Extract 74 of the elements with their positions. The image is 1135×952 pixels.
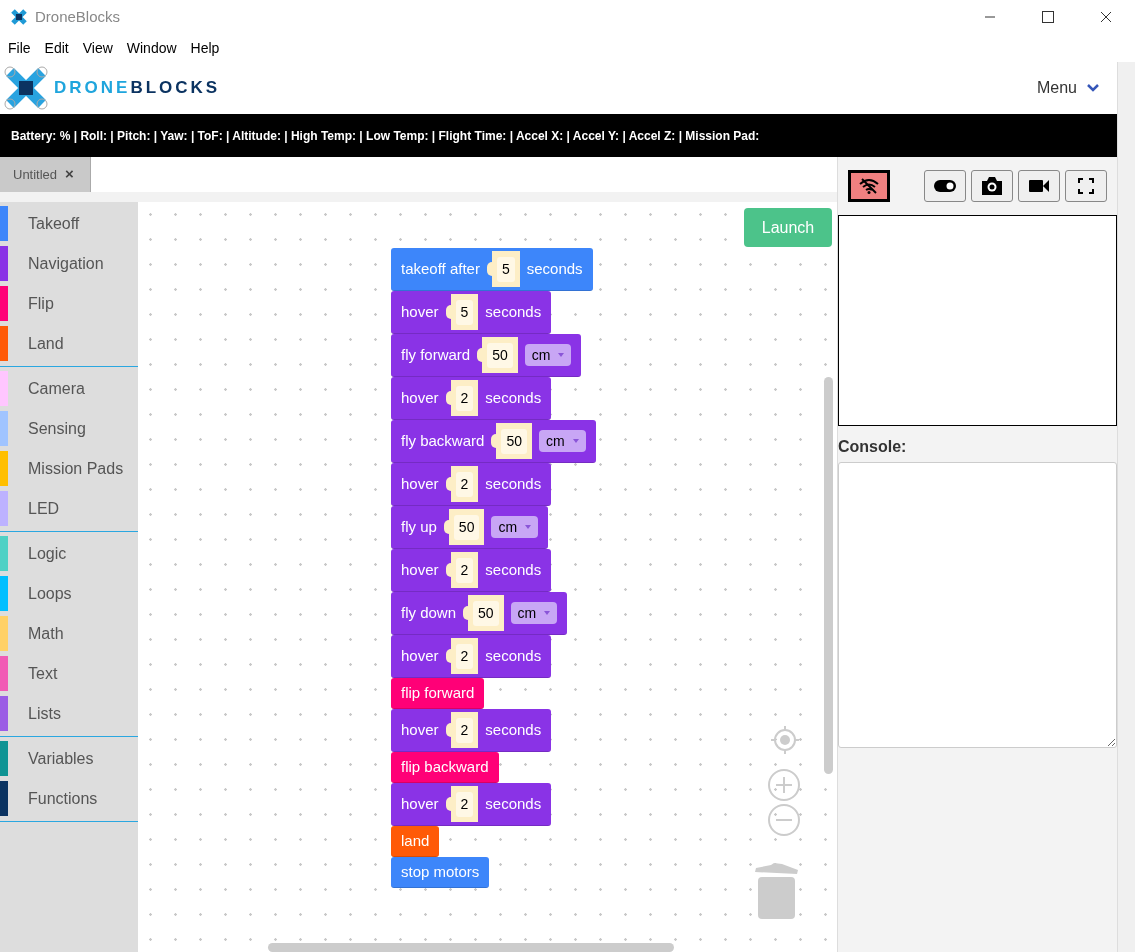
document-tab[interactable]: Untitled × (0, 157, 91, 192)
code-block[interactable]: fly up 50 cm (391, 506, 549, 549)
menu-item[interactable]: Edit (44, 37, 69, 59)
code-block[interactable]: hover 5 seconds (391, 291, 552, 334)
code-block[interactable]: hover 2 seconds (391, 709, 552, 752)
chevron-down-icon (1087, 84, 1099, 92)
code-block[interactable]: flip backward (391, 752, 499, 783)
code-block[interactable]: hover 2 seconds (391, 549, 552, 592)
zoom-in-icon[interactable] (767, 768, 801, 802)
console-label: Console: (838, 437, 908, 457)
telemetry-text: Battery: % | Roll: | Pitch: | Yaw: | ToF: | Altitude: | High Temp: | Low Temp: | Flight Time: | Accel X: | Accel Y: | Accel Z: | Mission Pad: (11, 127, 760, 145)
menu-item[interactable]: View (82, 37, 113, 59)
logo-text: BLOCKS (130, 77, 221, 100)
code-block[interactable]: hover 2 seconds (391, 783, 552, 826)
category-item[interactable]: Sensing (0, 411, 138, 446)
menu-button[interactable]: Menu (1036, 76, 1099, 100)
logo-text: DRONE (54, 77, 131, 100)
toggle-button[interactable] (924, 170, 966, 202)
category-item[interactable]: LED (0, 491, 138, 526)
category-item[interactable]: Takeoff (0, 206, 138, 241)
vertical-scrollbar[interactable] (824, 377, 833, 774)
category-item[interactable]: Land (0, 326, 138, 361)
code-block[interactable]: flip forward (391, 678, 485, 709)
connection-status-button[interactable] (848, 170, 890, 202)
category-item[interactable]: Loops (0, 576, 138, 611)
category-item[interactable]: Flip (0, 286, 138, 321)
video-camera-icon (1029, 179, 1049, 193)
caret-icon (525, 525, 532, 529)
window-title: DroneBlocks (35, 6, 121, 27)
category-item[interactable]: Variables (0, 741, 138, 776)
code-block[interactable]: hover 2 seconds (391, 377, 552, 420)
code-block[interactable]: stop motors (391, 857, 490, 888)
code-block[interactable]: takeoff after 5 seconds (391, 248, 593, 291)
recenter-icon[interactable] (768, 723, 802, 757)
code-block[interactable]: fly backward 50 cm (391, 420, 596, 463)
category-item[interactable]: Logic (0, 536, 138, 571)
unit-dropdown[interactable]: cm (538, 430, 586, 452)
zoom-out-icon[interactable] (767, 803, 801, 837)
category-item[interactable]: Text (0, 656, 138, 691)
code-block[interactable]: fly down 50 cm (391, 592, 568, 635)
trash-icon[interactable] (754, 862, 800, 920)
page-scrollbar[interactable] (1117, 62, 1135, 952)
code-block[interactable]: fly forward 50 cm (391, 334, 582, 377)
video-button[interactable] (1018, 170, 1060, 202)
toggle-icon (934, 180, 956, 192)
camera-icon (982, 177, 1002, 195)
code-block[interactable]: hover 2 seconds (391, 635, 552, 678)
menu-item[interactable]: Help (190, 37, 220, 59)
fullscreen-button[interactable] (1065, 170, 1107, 202)
tab-close-button[interactable]: × (65, 163, 74, 186)
category-item[interactable]: Lists (0, 696, 138, 731)
unit-dropdown[interactable]: cm (491, 516, 539, 538)
unit-dropdown[interactable]: cm (524, 344, 572, 366)
maximize-icon (1042, 11, 1054, 23)
caret-icon (544, 611, 551, 615)
category-item[interactable]: Math (0, 616, 138, 651)
category-item[interactable]: Mission Pads (0, 451, 138, 486)
category-item[interactable]: Navigation (0, 246, 138, 281)
caret-icon (572, 439, 579, 443)
fullscreen-icon (1078, 178, 1094, 194)
camera-button[interactable] (971, 170, 1013, 202)
drone-logo-icon (4, 66, 48, 110)
horizontal-scrollbar[interactable] (268, 943, 674, 952)
drone-logo-icon (10, 8, 28, 26)
caret-icon (558, 353, 565, 357)
menu-item[interactable]: File (8, 37, 31, 59)
wifi-off-icon (859, 178, 879, 194)
console-field[interactable] (838, 462, 1117, 748)
menu-item[interactable]: Window (126, 37, 177, 59)
code-block[interactable]: hover 2 seconds (391, 463, 552, 506)
close-icon (1100, 11, 1112, 23)
category-item[interactable]: Camera (0, 371, 138, 406)
unit-dropdown[interactable]: cm (510, 602, 558, 624)
category-item[interactable]: Functions (0, 781, 138, 816)
